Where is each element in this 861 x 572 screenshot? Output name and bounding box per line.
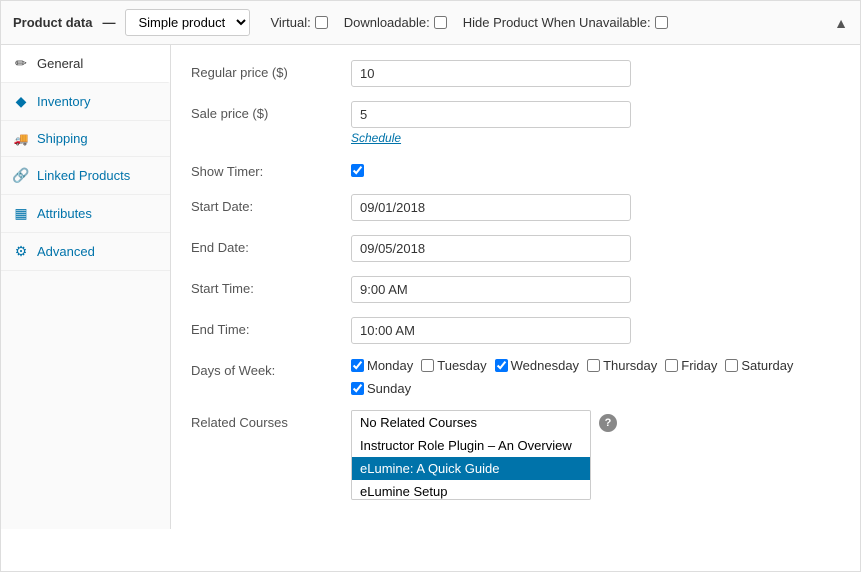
days-of-week-field: Monday Tuesday Wednesday Thursday (351, 358, 840, 396)
regular-price-label: Regular price ($) (191, 60, 351, 80)
days-of-week-row: Days of Week: Monday Tuesday (191, 358, 840, 396)
related-courses-select[interactable]: No Related Courses Instructor Role Plugi… (351, 410, 591, 500)
sidebar-label-inventory: Inventory (37, 94, 90, 109)
related-courses-field: No Related Courses Instructor Role Plugi… (351, 410, 840, 500)
sale-price-label: Sale price ($) (191, 101, 351, 121)
show-timer-field (351, 164, 840, 180)
day-friday[interactable]: Friday (665, 358, 717, 373)
header-options: Virtual: Downloadable: Hide Product When… (270, 15, 667, 30)
hide-product-option[interactable]: Hide Product When Unavailable: (463, 15, 668, 30)
help-icon[interactable]: ? (599, 414, 617, 432)
sale-price-field: Schedule (351, 101, 840, 145)
sidebar-label-general: General (37, 56, 83, 71)
linked-products-icon: 🔗 (13, 167, 29, 184)
course-option-instructor[interactable]: Instructor Role Plugin – An Overview (352, 434, 590, 457)
product-data-dash: — (102, 15, 115, 30)
start-time-row: Start Time: (191, 276, 840, 303)
end-time-input[interactable] (351, 317, 631, 344)
sale-price-input[interactable] (351, 101, 631, 128)
sidebar-item-shipping[interactable]: 🚚 Shipping (1, 121, 170, 157)
start-time-label: Start Time: (191, 276, 351, 296)
end-date-label: End Date: (191, 235, 351, 255)
tuesday-checkbox[interactable] (421, 359, 434, 372)
day-wednesday[interactable]: Wednesday (495, 358, 579, 373)
monday-checkbox[interactable] (351, 359, 364, 372)
sidebar-label-attributes: Attributes (37, 206, 92, 221)
schedule-link[interactable]: Schedule (351, 131, 840, 145)
day-thursday[interactable]: Thursday (587, 358, 657, 373)
sidebar: ✏ General ◆ Inventory 🚚 Shipping 🔗 Linke… (1, 45, 171, 529)
course-option-none[interactable]: No Related Courses (352, 411, 590, 434)
sunday-checkbox[interactable] (351, 382, 364, 395)
end-date-input[interactable] (351, 235, 631, 262)
sale-price-row: Sale price ($) Schedule (191, 101, 840, 145)
regular-price-field (351, 60, 840, 87)
show-timer-label: Show Timer: (191, 159, 351, 179)
end-time-label: End Time: (191, 317, 351, 337)
sidebar-item-advanced[interactable]: ⚙ Advanced (1, 233, 170, 271)
related-courses-container: No Related Courses Instructor Role Plugi… (351, 410, 840, 500)
virtual-option[interactable]: Virtual: (270, 15, 327, 30)
general-icon: ✏ (13, 55, 29, 72)
sidebar-item-linked-products[interactable]: 🔗 Linked Products (1, 157, 170, 195)
product-type-select[interactable]: Simple product (125, 9, 250, 36)
days-checkboxes: Monday Tuesday Wednesday Thursday (351, 358, 840, 396)
attributes-icon: ▦ (13, 205, 29, 222)
end-time-field (351, 317, 840, 344)
related-courses-label: Related Courses (191, 410, 351, 430)
thursday-checkbox[interactable] (587, 359, 600, 372)
product-data-title: Product data (13, 15, 92, 30)
start-time-input[interactable] (351, 276, 631, 303)
course-option-elumine[interactable]: eLumine: A Quick Guide (352, 457, 590, 480)
virtual-checkbox[interactable] (315, 16, 328, 29)
sidebar-label-advanced: Advanced (37, 244, 95, 259)
regular-price-input[interactable] (351, 60, 631, 87)
inventory-icon: ◆ (13, 93, 29, 110)
product-data-body: ✏ General ◆ Inventory 🚚 Shipping 🔗 Linke… (1, 45, 860, 529)
course-option-elumine-setup[interactable]: eLumine Setup (352, 480, 590, 500)
saturday-checkbox[interactable] (725, 359, 738, 372)
start-time-field (351, 276, 840, 303)
end-date-row: End Date: (191, 235, 840, 262)
regular-price-row: Regular price ($) (191, 60, 840, 87)
sidebar-item-general[interactable]: ✏ General (1, 45, 170, 83)
day-sunday[interactable]: Sunday (351, 381, 411, 396)
end-date-field (351, 235, 840, 262)
collapse-button[interactable]: ▲ (834, 15, 848, 31)
sidebar-item-inventory[interactable]: ◆ Inventory (1, 83, 170, 121)
show-timer-checkbox[interactable] (351, 164, 364, 177)
sidebar-item-attributes[interactable]: ▦ Attributes (1, 195, 170, 233)
start-date-row: Start Date: (191, 194, 840, 221)
hide-product-checkbox[interactable] (655, 16, 668, 29)
start-date-input[interactable] (351, 194, 631, 221)
wednesday-checkbox[interactable] (495, 359, 508, 372)
days-of-week-label: Days of Week: (191, 358, 351, 378)
end-time-row: End Time: (191, 317, 840, 344)
related-courses-row: Related Courses No Related Courses Instr… (191, 410, 840, 500)
start-date-field (351, 194, 840, 221)
day-monday[interactable]: Monday (351, 358, 413, 373)
downloadable-checkbox[interactable] (434, 16, 447, 29)
downloadable-option[interactable]: Downloadable: (344, 15, 447, 30)
advanced-icon: ⚙ (13, 243, 29, 260)
product-data-header: Product data — Simple product Virtual: D… (1, 1, 860, 45)
sidebar-label-linked-products: Linked Products (37, 168, 130, 183)
sidebar-label-shipping: Shipping (37, 131, 88, 146)
day-saturday[interactable]: Saturday (725, 358, 793, 373)
product-data-container: Product data — Simple product Virtual: D… (0, 0, 861, 572)
day-tuesday[interactable]: Tuesday (421, 358, 486, 373)
main-content: Regular price ($) Sale price ($) Schedul… (171, 45, 860, 529)
show-timer-row: Show Timer: (191, 159, 840, 180)
shipping-icon: 🚚 (13, 132, 29, 146)
friday-checkbox[interactable] (665, 359, 678, 372)
start-date-label: Start Date: (191, 194, 351, 214)
